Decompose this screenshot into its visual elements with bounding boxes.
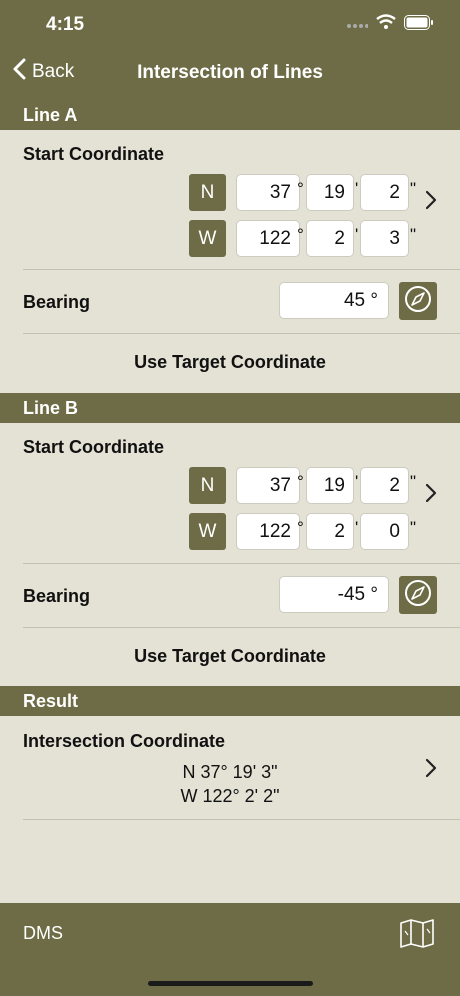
line-b-lat-hemisphere-button[interactable]: N bbox=[189, 467, 226, 504]
line-b-compass-button[interactable] bbox=[399, 576, 437, 614]
line-a-lat-hemisphere-button[interactable]: N bbox=[189, 174, 226, 211]
compass-icon bbox=[404, 285, 432, 318]
second-unit: " bbox=[410, 472, 417, 491]
degree-unit: ° bbox=[297, 472, 304, 491]
format-toggle-button[interactable]: DMS bbox=[23, 923, 63, 944]
line-a-lon-degrees-field[interactable]: 122 bbox=[236, 220, 300, 257]
line-a-coordinate-chevron-right-icon[interactable] bbox=[425, 190, 437, 215]
line-a-bearing-field[interactable]: 45 ° bbox=[279, 282, 389, 319]
line-a-lon-hemisphere-button[interactable]: W bbox=[189, 220, 226, 257]
signal-dots-icon bbox=[346, 16, 369, 34]
page-title: Intersection of Lines bbox=[137, 62, 323, 83]
line-a-compass-button[interactable] bbox=[399, 282, 437, 320]
degree-unit: ° bbox=[297, 225, 304, 244]
line-b-bearing-field[interactable]: -45 ° bbox=[279, 576, 389, 613]
divider bbox=[23, 563, 460, 564]
intersection-coordinate-label: Intersection Coordinate bbox=[23, 731, 226, 751]
bottom-toolbar: DMS bbox=[0, 903, 460, 996]
second-unit: " bbox=[410, 225, 417, 244]
home-indicator bbox=[148, 981, 313, 986]
degree-unit: ° bbox=[297, 179, 304, 198]
battery-icon bbox=[404, 14, 434, 35]
minute-unit: ' bbox=[355, 518, 359, 537]
result-longitude: W 122° 2' 2" bbox=[180, 786, 280, 806]
line-b-coordinate-chevron-right-icon[interactable] bbox=[425, 483, 437, 508]
line-a-start-label: Start Coordinate bbox=[23, 144, 165, 164]
line-b-bearing-label: Bearing bbox=[23, 586, 91, 606]
section-header-line-a: Line A bbox=[0, 100, 460, 130]
line-a-bearing-label: Bearing bbox=[23, 292, 91, 312]
line-b-use-target-button[interactable]: Use Target Coordinate bbox=[0, 646, 460, 667]
result-latitude: N 37° 19' 3" bbox=[182, 762, 278, 782]
section-header-result: Result bbox=[0, 686, 460, 716]
line-b-lat-degrees-field[interactable]: 37 bbox=[236, 467, 300, 504]
line-b-lat-minutes-field[interactable]: 19 bbox=[306, 467, 354, 504]
divider bbox=[23, 269, 460, 270]
line-b-lat-seconds-field[interactable]: 2 bbox=[360, 467, 409, 504]
result-chevron-right-icon[interactable] bbox=[425, 758, 437, 783]
line-b-lon-minutes-field[interactable]: 2 bbox=[306, 513, 354, 550]
line-a-lat-seconds-field[interactable]: 2 bbox=[360, 174, 409, 211]
minute-unit: ' bbox=[355, 472, 359, 491]
line-b-lon-hemisphere-button[interactable]: W bbox=[189, 513, 226, 550]
map-icon bbox=[398, 919, 436, 953]
compass-icon bbox=[404, 579, 432, 612]
section-header-line-b: Line B bbox=[0, 393, 460, 423]
line-a-use-target-button[interactable]: Use Target Coordinate bbox=[0, 352, 460, 373]
line-b-lon-seconds-field[interactable]: 0 bbox=[360, 513, 409, 550]
status-icons bbox=[346, 14, 434, 35]
line-b-lon-degrees-field[interactable]: 122 bbox=[236, 513, 300, 550]
divider bbox=[23, 819, 460, 820]
second-unit: " bbox=[410, 179, 417, 198]
line-b-start-label: Start Coordinate bbox=[23, 437, 165, 457]
line-a-lat-degrees-field[interactable]: 37 bbox=[236, 174, 300, 211]
line-a-lat-minutes-field[interactable]: 19 bbox=[306, 174, 354, 211]
minute-unit: ' bbox=[355, 179, 359, 198]
line-a-lon-minutes-field[interactable]: 2 bbox=[306, 220, 354, 257]
minute-unit: ' bbox=[355, 225, 359, 244]
degree-unit: ° bbox=[297, 518, 304, 537]
divider bbox=[23, 627, 460, 628]
navigation-header: 4:15 Back Intersection of Lines bbox=[0, 0, 460, 100]
wifi-icon bbox=[376, 14, 396, 35]
status-time: 4:15 bbox=[46, 14, 85, 35]
divider bbox=[23, 333, 460, 334]
map-button[interactable] bbox=[398, 917, 436, 954]
second-unit: " bbox=[410, 518, 417, 537]
line-a-lon-seconds-field[interactable]: 3 bbox=[360, 220, 409, 257]
